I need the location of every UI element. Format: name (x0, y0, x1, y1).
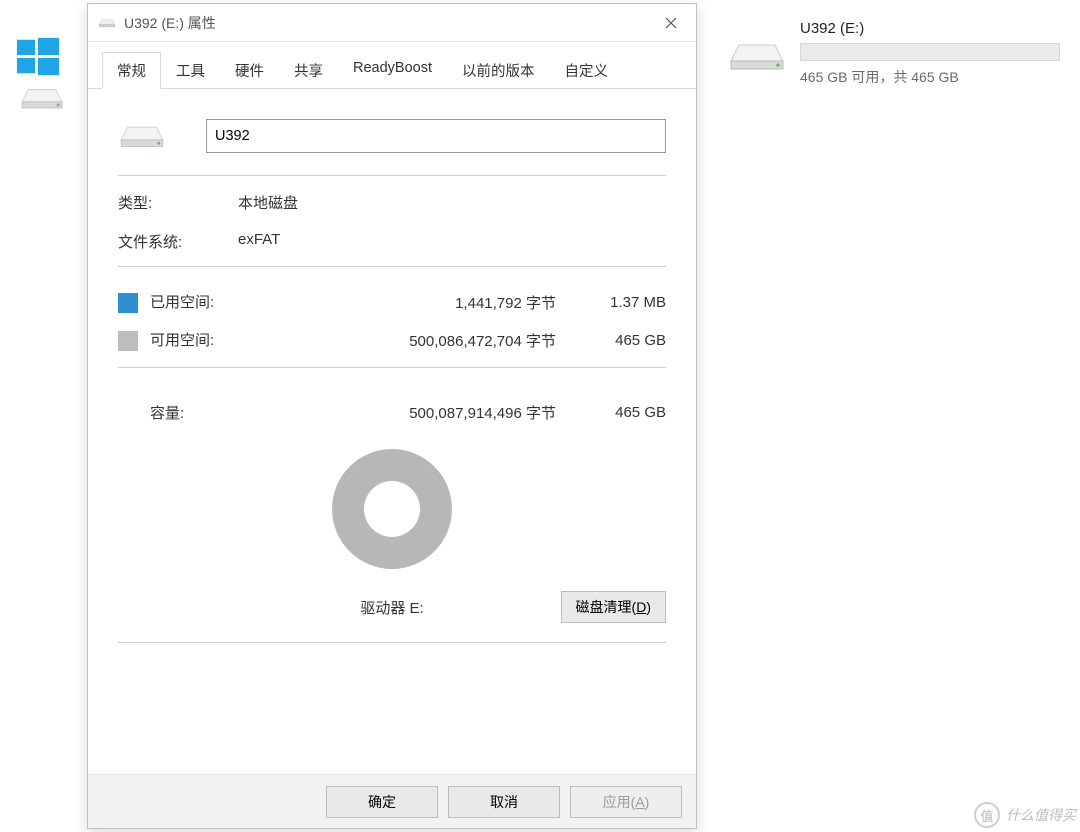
drive-subtext: 465 GB 可用，共 465 GB (800, 67, 1060, 87)
watermark-text: 什么值得买 (1006, 805, 1076, 825)
free-bytes: 500,086,472,704 字节 (268, 321, 576, 359)
separator (118, 266, 666, 267)
separator (118, 367, 666, 368)
free-space-row: 可用空间: 500,086,472,704 字节 465 GB (118, 321, 666, 359)
capacity-bytes: 500,087,914,496 字节 (268, 384, 576, 439)
windows-logo-icon[interactable] (6, 34, 70, 83)
drive-icon (98, 14, 116, 32)
type-value: 本地磁盘 (238, 192, 666, 213)
space-table: 已用空间: 1,441,792 字节 1.37 MB 可用空间: 500,086… (118, 283, 666, 359)
tab-4[interactable]: ReadyBoost (338, 52, 447, 88)
capacity-table: 容量: 500,087,914,496 字节 465 GB (118, 384, 666, 439)
capacity-row: 容量: 500,087,914,496 字节 465 GB (118, 384, 666, 439)
drive-name-input[interactable] (206, 119, 666, 153)
tab-2[interactable]: 硬件 (220, 52, 279, 88)
watermark: 值 什么值得买 (974, 802, 1076, 828)
free-label: 可用空间: (150, 332, 214, 349)
drive-info-panel: U392 (E:) 465 GB 可用，共 465 GB (800, 20, 1060, 87)
close-button[interactable] (646, 4, 696, 42)
properties-dialog: U392 (E:) 属性 常规工具硬件共享ReadyBoost以前的版本自定义 … (87, 3, 697, 829)
ok-button[interactable]: 确定 (326, 786, 438, 818)
tab-3[interactable]: 共享 (279, 52, 338, 88)
used-space-row: 已用空间: 1,441,792 字节 1.37 MB (118, 283, 666, 321)
cancel-button[interactable]: 取消 (448, 786, 560, 818)
tab-1[interactable]: 工具 (161, 52, 220, 88)
free-color-swatch (118, 331, 138, 351)
dialog-title: U392 (E:) 属性 (124, 13, 646, 33)
watermark-badge-icon: 值 (974, 802, 1000, 828)
disk-cleanup-button[interactable]: 磁盘清理(D) (561, 591, 666, 623)
titlebar[interactable]: U392 (E:) 属性 (88, 4, 696, 42)
tab-strip: 常规工具硬件共享ReadyBoost以前的版本自定义 (88, 42, 696, 89)
type-label: 类型: (118, 192, 238, 213)
capacity-label: 容量: (150, 405, 184, 422)
used-bytes: 1,441,792 字节 (268, 283, 576, 321)
tab-0[interactable]: 常规 (102, 52, 161, 89)
close-icon (665, 17, 677, 29)
usage-pie-chart (332, 449, 452, 569)
separator (118, 175, 666, 176)
tab-6[interactable]: 自定义 (550, 52, 624, 88)
used-readable: 1.37 MB (576, 283, 666, 321)
separator (118, 642, 666, 643)
drive-usage-bar (800, 43, 1060, 61)
used-label: 已用空间: (150, 294, 214, 311)
apply-button: 应用(A) (570, 786, 682, 818)
drive-icon-left[interactable] (10, 86, 74, 110)
drive-caption[interactable]: U392 (E:) (800, 20, 1060, 37)
free-readable: 465 GB (576, 321, 666, 359)
fs-value: exFAT (238, 231, 666, 252)
drive-icon-right[interactable] (725, 40, 789, 72)
dialog-button-row: 确定 取消 应用(A) (88, 774, 696, 828)
used-color-swatch (118, 293, 138, 313)
tab-general-content: 类型: 本地磁盘 文件系统: exFAT 已用空间: 1,441,792 字节 … (88, 89, 696, 669)
drive-large-icon (118, 122, 166, 150)
fs-label: 文件系统: (118, 231, 238, 252)
capacity-readable: 465 GB (576, 384, 666, 439)
drive-letter-label: 驱动器 E: (360, 597, 423, 618)
tab-5[interactable]: 以前的版本 (447, 52, 550, 88)
